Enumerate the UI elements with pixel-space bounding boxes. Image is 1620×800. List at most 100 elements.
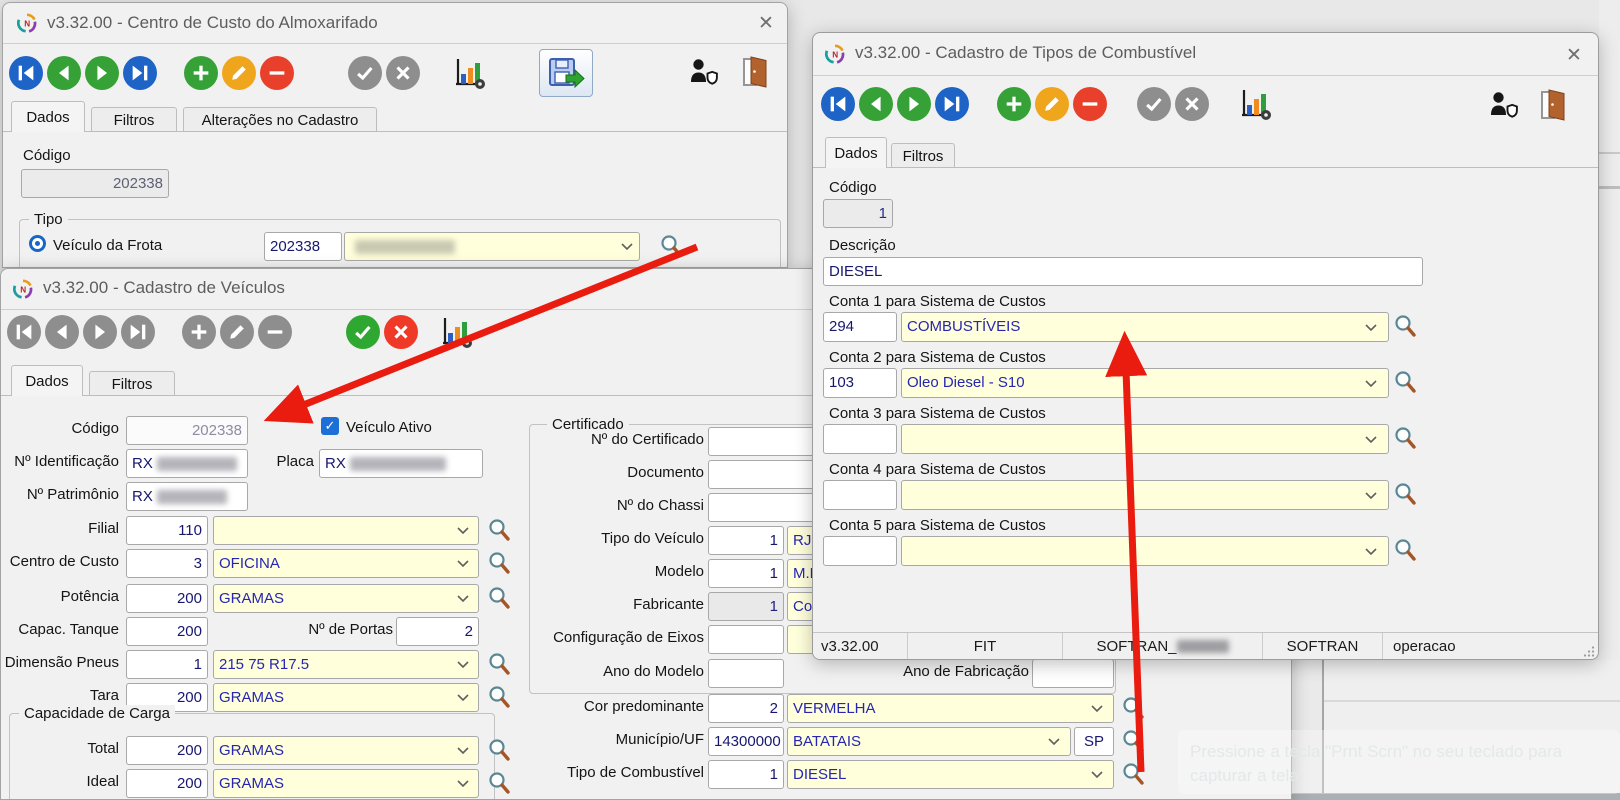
add-record-button[interactable]	[997, 87, 1031, 121]
chevron-down-icon[interactable]	[457, 694, 469, 702]
conta1-combo[interactable]: COMBUSTÍVEIS	[901, 312, 1389, 342]
chevron-down-icon[interactable]	[621, 243, 633, 251]
conta3-code-field[interactable]	[823, 424, 897, 454]
delete-record-button[interactable]	[1073, 87, 1107, 121]
combustivel-code-field[interactable]: 1	[708, 760, 784, 789]
chart-settings-icon[interactable]	[438, 314, 474, 350]
filial-code-field[interactable]: 110	[126, 516, 208, 545]
delete-record-button[interactable]	[260, 56, 294, 90]
next-record-button[interactable]	[897, 87, 931, 121]
edit-record-button[interactable]	[220, 315, 254, 349]
pneus-combo[interactable]: 215 75 R17.5	[213, 650, 479, 679]
chevron-down-icon[interactable]	[457, 527, 469, 535]
search-magnifier-icon[interactable]	[1394, 314, 1418, 340]
chart-settings-icon[interactable]	[1237, 86, 1273, 122]
search-magnifier-icon[interactable]	[660, 234, 684, 260]
chevron-down-icon[interactable]	[1365, 324, 1377, 332]
carga-total-code-field[interactable]: 200	[126, 736, 208, 765]
close-icon[interactable]: ✕	[753, 10, 779, 36]
conta2-combo[interactable]: Oleo Diesel - S10	[901, 368, 1389, 398]
tab-alteracoes-cadastro[interactable]: Alterações no Cadastro	[183, 107, 377, 132]
chevron-down-icon[interactable]	[1091, 771, 1103, 779]
first-record-button[interactable]	[9, 56, 43, 90]
search-magnifier-icon[interactable]	[1394, 538, 1418, 564]
municipio-combo[interactable]: BATATAIS	[787, 727, 1071, 756]
search-magnifier-icon[interactable]	[1122, 762, 1146, 788]
edit-record-button[interactable]	[222, 56, 256, 90]
conta2-code-field[interactable]: 103	[823, 368, 897, 398]
search-magnifier-icon[interactable]	[1122, 729, 1146, 755]
search-magnifier-icon[interactable]	[488, 685, 512, 711]
search-magnifier-icon[interactable]	[488, 518, 512, 544]
chart-settings-icon[interactable]	[451, 55, 487, 91]
potencia-combo[interactable]: GRAMAS	[213, 584, 479, 613]
last-record-button[interactable]	[935, 87, 969, 121]
tipo-desc-combo[interactable]	[344, 232, 640, 261]
centro-custo-code-field[interactable]: 3	[126, 549, 208, 578]
cor-combo[interactable]: VERMELHA	[787, 694, 1114, 723]
search-magnifier-icon[interactable]	[1394, 426, 1418, 452]
tab-filtros[interactable]: Filtros	[89, 371, 175, 396]
tab-filtros[interactable]: Filtros	[891, 143, 955, 168]
cancel-button[interactable]	[384, 315, 418, 349]
cancel-button[interactable]	[386, 56, 420, 90]
first-record-button[interactable]	[7, 315, 41, 349]
confirm-button[interactable]	[1137, 87, 1171, 121]
delete-record-button[interactable]	[258, 315, 292, 349]
pneus-code-field[interactable]: 1	[126, 650, 208, 679]
veiculo-frota-radio[interactable]	[29, 235, 46, 252]
cor-code-field[interactable]: 2	[708, 694, 784, 723]
exit-door-icon[interactable]	[741, 55, 769, 89]
last-record-button[interactable]	[121, 315, 155, 349]
chevron-down-icon[interactable]	[1365, 380, 1377, 388]
confirm-button[interactable]	[346, 315, 380, 349]
tab-dados[interactable]: Dados	[825, 137, 887, 168]
potencia-code-field[interactable]: 200	[126, 584, 208, 613]
resize-grip-icon[interactable]	[1583, 645, 1595, 657]
next-record-button[interactable]	[85, 56, 119, 90]
centro-custo-combo[interactable]: OFICINA	[213, 549, 479, 578]
next-record-button[interactable]	[83, 315, 117, 349]
uf-field[interactable]: SP	[1074, 727, 1114, 756]
search-magnifier-icon[interactable]	[488, 652, 512, 678]
previous-record-button[interactable]	[45, 315, 79, 349]
chevron-down-icon[interactable]	[1365, 548, 1377, 556]
identificacao-field[interactable]: RX	[126, 449, 248, 478]
veiculo-ativo-checkbox[interactable]: ✓	[321, 417, 339, 435]
tara-combo[interactable]: GRAMAS	[213, 683, 479, 712]
chevron-down-icon[interactable]	[1048, 738, 1060, 746]
chevron-down-icon[interactable]	[457, 560, 469, 568]
conta4-code-field[interactable]	[823, 480, 897, 510]
chevron-down-icon[interactable]	[457, 747, 469, 755]
exit-door-icon[interactable]	[1539, 88, 1567, 122]
export-save-button[interactable]	[539, 49, 593, 97]
descricao-field[interactable]: DIESEL	[823, 257, 1423, 286]
search-magnifier-icon[interactable]	[1394, 370, 1418, 396]
carga-ideal-code-field[interactable]: 200	[126, 769, 208, 798]
chevron-down-icon[interactable]	[1091, 705, 1103, 713]
tipo-veiculo-code-field[interactable]: 1	[708, 526, 784, 555]
carga-total-combo[interactable]: GRAMAS	[213, 736, 479, 765]
first-record-button[interactable]	[821, 87, 855, 121]
tipo-code-field[interactable]: 202338	[264, 232, 342, 261]
tab-filtros[interactable]: Filtros	[91, 107, 177, 132]
capac-tanque-field[interactable]: 200	[126, 617, 208, 646]
search-magnifier-icon[interactable]	[1122, 696, 1146, 722]
confirm-button[interactable]	[348, 56, 382, 90]
patrimonio-field[interactable]: RX	[126, 482, 248, 511]
previous-record-button[interactable]	[859, 87, 893, 121]
user-permissions-icon[interactable]	[1489, 90, 1519, 120]
cancel-button[interactable]	[1175, 87, 1209, 121]
previous-record-button[interactable]	[47, 56, 81, 90]
search-magnifier-icon[interactable]	[488, 586, 512, 612]
add-record-button[interactable]	[184, 56, 218, 90]
conta1-code-field[interactable]: 294	[823, 312, 897, 342]
municipio-code-field[interactable]: 14300000	[708, 727, 784, 756]
chevron-down-icon[interactable]	[457, 780, 469, 788]
close-icon[interactable]: ✕	[1561, 42, 1587, 68]
conta4-combo[interactable]	[901, 480, 1389, 510]
placa-field[interactable]: RX	[319, 449, 483, 478]
ano-fabricacao-field[interactable]	[1032, 659, 1114, 688]
search-magnifier-icon[interactable]	[488, 551, 512, 577]
chevron-down-icon[interactable]	[1365, 436, 1377, 444]
